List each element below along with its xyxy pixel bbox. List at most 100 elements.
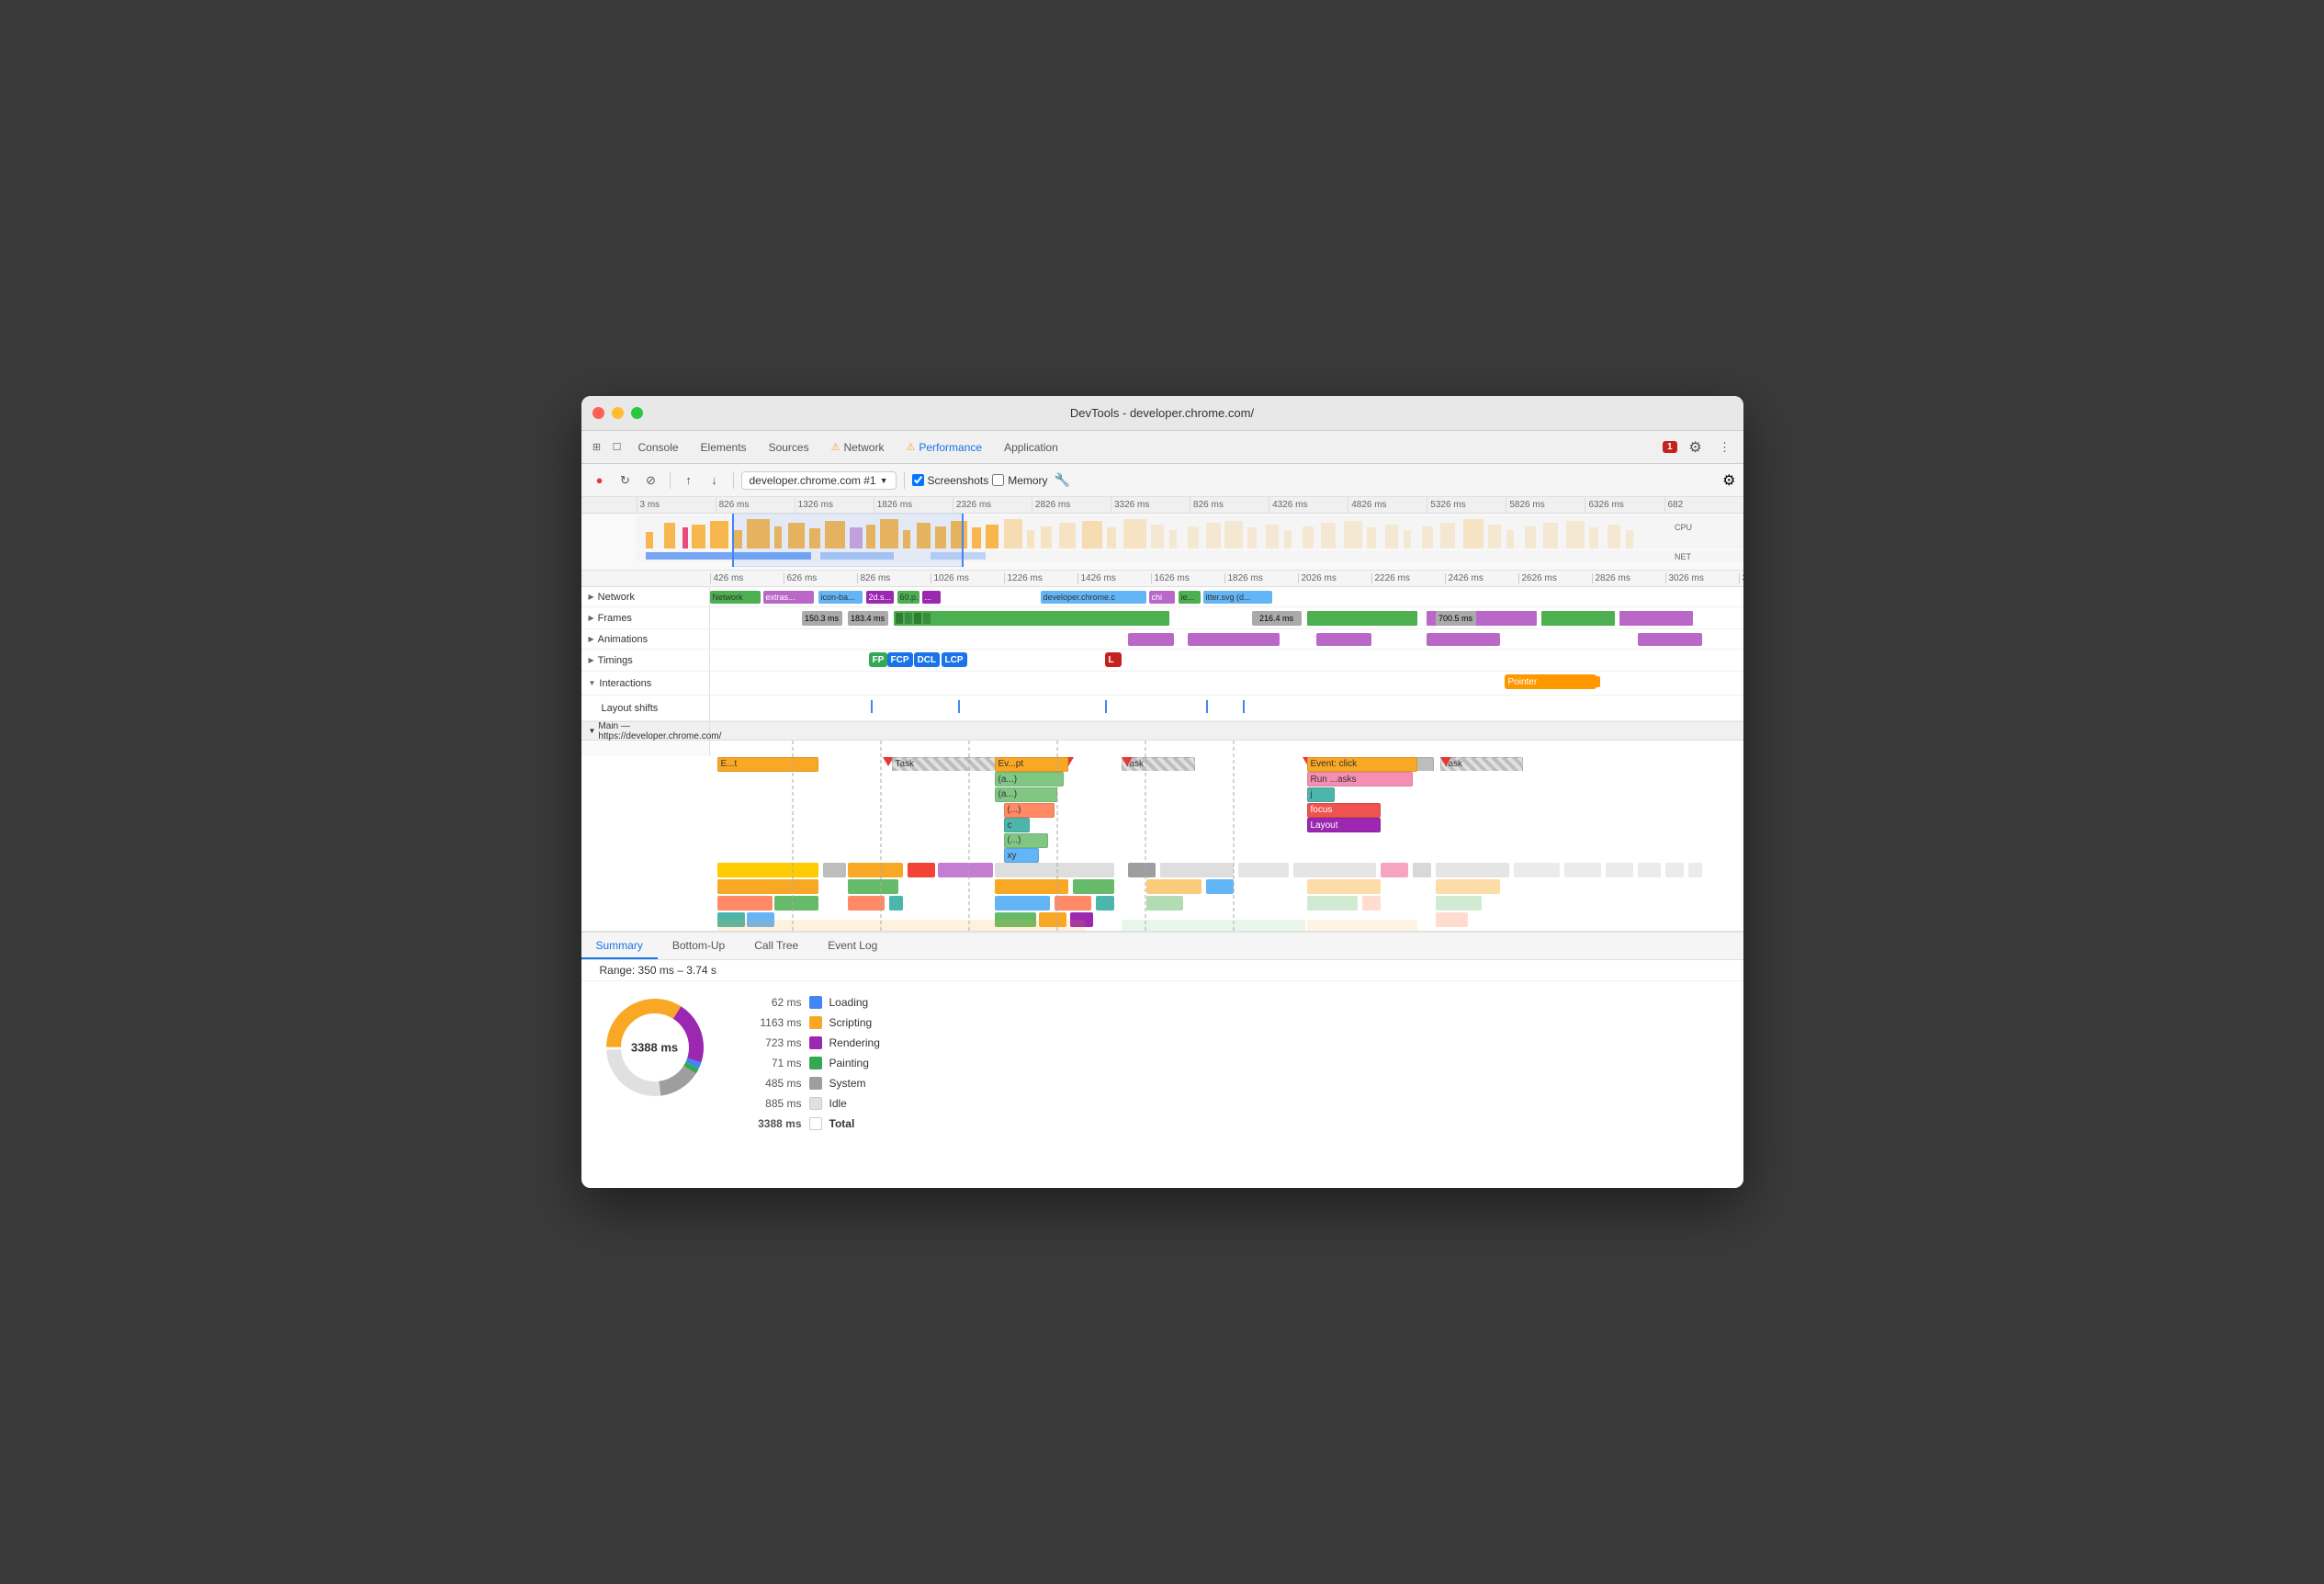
system-label: System xyxy=(829,1077,866,1090)
settings-button[interactable]: ⚙ xyxy=(1685,436,1707,458)
clear-button[interactable]: ⊘ xyxy=(640,470,662,492)
frames-expand-icon[interactable]: ▶ xyxy=(589,614,594,622)
toolbar-sep-1 xyxy=(670,472,671,489)
capture-settings-button[interactable]: 🔧 xyxy=(1052,470,1074,492)
overview-time-ruler: 3 ms 826 ms 1326 ms 1826 ms 2326 ms 2826… xyxy=(581,497,1743,514)
painting-swatch xyxy=(809,1057,822,1069)
layout-shifts-content[interactable] xyxy=(710,696,1743,720)
tab-application[interactable]: Application xyxy=(995,437,1067,458)
total-label: Total xyxy=(829,1117,855,1130)
time-mark-13: 682 xyxy=(1664,497,1743,513)
tab-performance[interactable]: ⚠ Performance xyxy=(897,437,991,458)
flame-row-4: (a...) j xyxy=(710,786,1743,802)
net-bar-2d: 2d.s... xyxy=(866,591,894,604)
detail-mark-6: 1626 ms xyxy=(1151,573,1224,583)
more-button[interactable]: ⋮ xyxy=(1714,436,1736,458)
bottom-tabs: Summary Bottom-Up Call Tree Event Log xyxy=(581,933,1743,960)
main-thread-label: ▼ Main — https://developer.chrome.com/ xyxy=(581,722,710,740)
toolbar-right-settings[interactable]: ⚙ xyxy=(1722,471,1735,490)
cpu-net-overview: CPU NET xyxy=(581,514,1743,567)
layout-shift-4 xyxy=(1206,700,1208,713)
error-badge: 1 xyxy=(1663,441,1677,453)
minimize-button[interactable] xyxy=(612,407,624,419)
screenshots-checkbox[interactable] xyxy=(912,474,924,486)
download-button[interactable]: ↓ xyxy=(704,470,726,492)
record-button[interactable]: ● xyxy=(589,470,611,492)
timings-expand-icon[interactable]: ▶ xyxy=(589,656,594,664)
tab-call-tree[interactable]: Call Tree xyxy=(739,933,813,959)
system-swatch xyxy=(809,1077,822,1090)
tab-summary[interactable]: Summary xyxy=(581,933,658,959)
pointer-tail xyxy=(1593,676,1600,687)
bottom-panel: Summary Bottom-Up Call Tree Event Log Ra… xyxy=(581,931,1743,1188)
layout-shift-2 xyxy=(958,700,960,713)
flame-row-7: (...) xyxy=(710,832,1743,848)
reload-button[interactable]: ↻ xyxy=(615,470,637,492)
legend-idle: 885 ms Idle xyxy=(747,1097,880,1110)
detail-mark-4: 1226 ms xyxy=(1004,573,1077,583)
timings-track: ▶ Timings FP FCP DCL LCP L xyxy=(581,650,1743,672)
net-bar-dot: ... xyxy=(922,591,941,604)
net-bar-60: 60.p. xyxy=(897,591,919,604)
flame-xy: xy xyxy=(1004,848,1039,863)
interactions-label: Interactions xyxy=(599,678,651,689)
frames-track-content[interactable]: 150.3 ms 183.4 ms 216.4 ms 700.5 ms xyxy=(710,607,1743,628)
loading-label: Loading xyxy=(829,996,869,1009)
net-bar-itter: itter.svg (d... xyxy=(1203,591,1272,604)
network-track: ▶ Network Network extras... icon-ba... 2… xyxy=(581,587,1743,607)
interactions-track-content[interactable]: Pointer xyxy=(710,672,1743,695)
scripting-label: Scripting xyxy=(829,1016,873,1029)
network-label: Network xyxy=(598,592,635,603)
frame-700: 700.5 ms xyxy=(1436,611,1476,626)
time-mark-12: 6326 ms xyxy=(1585,497,1664,513)
time-mark-0: 3 ms xyxy=(637,497,716,513)
svg-text:NET: NET xyxy=(1675,552,1692,561)
anim-bar-4 xyxy=(1427,633,1500,646)
donut-label: 3388 ms xyxy=(631,1041,678,1055)
network-track-content[interactable]: Network extras... icon-ba... 2d.s... 60.… xyxy=(710,587,1743,606)
tracks-area: ▶ Network Network extras... icon-ba... 2… xyxy=(581,587,1743,721)
detail-mark-9: 2226 ms xyxy=(1371,573,1445,583)
tab-elements[interactable]: Elements xyxy=(692,437,756,458)
animations-track-content[interactable] xyxy=(710,629,1743,649)
network-expand-icon[interactable]: ▶ xyxy=(589,593,594,601)
memory-checkbox[interactable] xyxy=(992,474,1004,486)
legend-painting: 71 ms Painting xyxy=(747,1057,880,1069)
idle-value: 885 ms xyxy=(747,1097,802,1110)
overview-time-marks: 3 ms 826 ms 1326 ms 1826 ms 2326 ms 2826… xyxy=(637,497,1743,513)
timings-track-content[interactable]: FP FCP DCL LCP L xyxy=(710,650,1743,671)
tab-bar: ⊞ ☐ Console Elements Sources ⚠ Network ⚠… xyxy=(581,431,1743,464)
tab-event-log[interactable]: Event Log xyxy=(813,933,892,959)
anim-bar-2 xyxy=(1188,633,1280,646)
close-button[interactable] xyxy=(592,407,604,419)
main-thread-collapse[interactable]: ▼ xyxy=(589,727,596,735)
url-dropdown-icon[interactable]: ▼ xyxy=(880,476,888,485)
tab-bottom-up[interactable]: Bottom-Up xyxy=(658,933,739,959)
upload-button[interactable]: ↑ xyxy=(678,470,700,492)
flame-focus: focus xyxy=(1307,803,1381,818)
frames-track-label: ▶ Frames xyxy=(581,607,710,628)
event-click: Event: click xyxy=(1307,757,1417,772)
time-mark-1: 826 ms xyxy=(716,497,795,513)
tab-sources[interactable]: Sources xyxy=(760,437,818,458)
frame-183: 183.4 ms xyxy=(848,611,888,626)
net-bar-extras: extras... xyxy=(763,591,814,604)
tab-network[interactable]: ⚠ Network xyxy=(822,437,894,458)
total-value: 3388 ms xyxy=(747,1117,802,1130)
frames-green-bars xyxy=(894,611,1169,626)
legend-total: 3388 ms Total xyxy=(747,1117,880,1130)
detail-mark-3: 1026 ms xyxy=(931,573,1004,583)
anim-expand-icon[interactable]: ▶ xyxy=(589,635,594,643)
overview-panel[interactable]: 3 ms 826 ms 1326 ms 1826 ms 2326 ms 2826… xyxy=(581,497,1743,571)
flame-chart[interactable]: T... Task Task Task T... Task xyxy=(581,741,1743,931)
net-bar-chi: chi xyxy=(1149,591,1175,604)
interact-expand-icon[interactable]: ▼ xyxy=(589,679,596,687)
memory-checkbox-label[interactable]: Memory xyxy=(992,474,1047,487)
screenshots-checkbox-label[interactable]: Screenshots xyxy=(912,474,989,487)
event-evt: Ev...pt xyxy=(995,757,1068,772)
maximize-button[interactable] xyxy=(631,407,643,419)
detail-mark-13: 3026 ms xyxy=(1665,573,1739,583)
detail-mark-11: 2626 ms xyxy=(1518,573,1592,583)
tab-console[interactable]: Console xyxy=(629,437,688,458)
loading-value: 62 ms xyxy=(747,996,802,1009)
